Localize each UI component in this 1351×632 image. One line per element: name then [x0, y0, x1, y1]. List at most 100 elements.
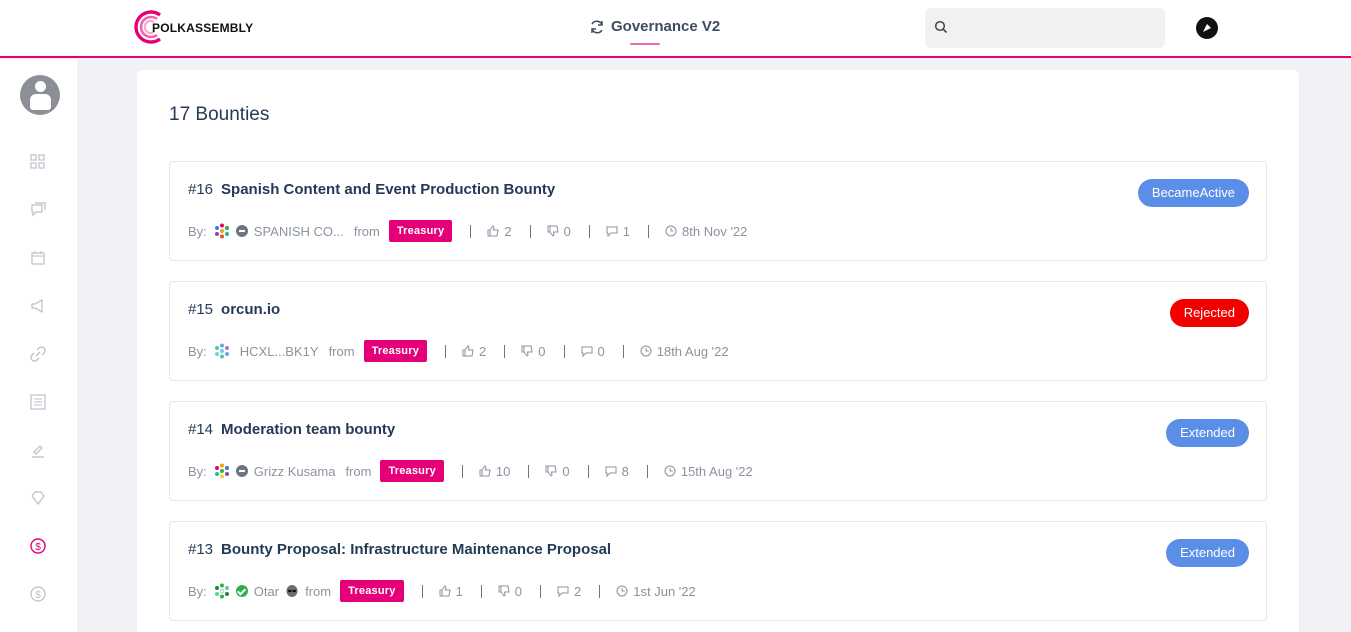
thumbs-up-icon [479, 465, 491, 477]
comment-icon [606, 226, 618, 237]
thumbs-down-icon [545, 465, 557, 477]
network-selector[interactable]: Governance V2 [589, 18, 720, 35]
bounty-card[interactable]: #16 Spanish Content and Event Production … [169, 161, 1267, 261]
by-label: By: [188, 463, 207, 479]
status-badge: Rejected [1169, 299, 1249, 327]
divider [470, 224, 472, 238]
discussions-icon[interactable] [29, 201, 47, 219]
divider [445, 344, 447, 358]
bounty-card[interactable]: #13 Bounty Proposal: Infrastructure Maint… [169, 521, 1267, 621]
bounty-meta: By: HCXL...BK1Y from Treasury 2 0 0 18th… [188, 340, 729, 362]
identity-status-icon [235, 225, 248, 237]
dislikes-stat[interactable]: 0 [547, 224, 571, 239]
verified-icon [235, 585, 248, 597]
search-input[interactable] [925, 8, 1165, 48]
date-stat: 15th Aug '22 [664, 464, 753, 479]
comments-stat[interactable]: 8 [605, 464, 629, 479]
clock-icon [665, 225, 677, 237]
avatar[interactable] [20, 75, 60, 115]
comment-icon [605, 466, 617, 477]
divider [421, 584, 423, 598]
bounty-title-text: Spanish Content and Event Production Bou… [221, 181, 556, 198]
from-label: from [345, 463, 372, 479]
status-badge: Extended [1166, 419, 1249, 447]
author-name[interactable]: HCXL...BK1Y [240, 344, 319, 359]
page-title: 17 Bounties [169, 104, 270, 125]
clock-icon [664, 465, 676, 477]
from-label: from [328, 343, 355, 359]
bounty-card[interactable]: #15 orcun.io Rejected By: HCXL...BK1Y fro… [169, 281, 1267, 381]
diamond-icon[interactable] [29, 489, 47, 507]
comments-count: 0 [597, 343, 605, 359]
comment-icon [581, 346, 592, 357]
from-label: from [353, 223, 380, 239]
megaphone-icon[interactable] [29, 297, 47, 315]
by-label: By: [188, 343, 207, 359]
by-label: By: [188, 223, 207, 239]
dislikes-stat[interactable]: 0 [521, 344, 546, 359]
treasury-tag: Treasury [363, 340, 428, 362]
polkassembly-logo[interactable]: POLKASSEMBLY [130, 8, 253, 48]
list-icon[interactable] [29, 393, 47, 411]
likes-count: 10 [495, 463, 511, 479]
clock-icon [616, 585, 628, 597]
date-stat: 18th Aug '22 [640, 344, 729, 359]
dislikes-stat[interactable]: 0 [545, 463, 570, 479]
likes-count: 2 [479, 343, 487, 359]
likes-stat[interactable]: 1 [439, 584, 463, 599]
child-bounty-icon[interactable]: $ [29, 585, 47, 603]
bounty-card[interactable]: #14 Moderation team bounty Extended By: G… [169, 401, 1267, 501]
created-date: 18th Aug '22 [656, 343, 729, 359]
author-name[interactable]: Otar [254, 584, 279, 599]
thumbs-down-icon [547, 225, 559, 237]
identicon-icon [214, 583, 229, 599]
author-name[interactable]: SPANISH CO... [254, 224, 344, 239]
dislikes-count: 0 [562, 463, 570, 479]
comments-stat[interactable]: 2 [557, 584, 581, 599]
bounty-meta: By: Grizz Kusama from Treasury 10 0 8 15… [188, 460, 753, 482]
created-date: 1st Jun '22 [633, 583, 696, 599]
bounty-number: #13 [188, 541, 214, 558]
calendar-icon[interactable] [29, 249, 47, 267]
bounty-icon[interactable]: $ [29, 537, 47, 555]
likes-count: 2 [504, 223, 512, 239]
comments-stat[interactable]: 1 [606, 224, 630, 239]
link-icon[interactable] [29, 345, 47, 363]
likes-stat[interactable]: 2 [462, 344, 486, 359]
bounty-title[interactable]: #16 Spanish Content and Event Production … [188, 181, 555, 198]
from-label: from [305, 583, 332, 599]
divider [587, 464, 589, 478]
identicon-icon [214, 223, 229, 239]
bounty-title[interactable]: #13 Bounty Proposal: Infrastructure Maint… [188, 541, 611, 558]
refresh-icon [591, 19, 603, 34]
network-label: Governance V2 [611, 18, 721, 35]
gavel-icon[interactable] [29, 441, 47, 459]
user-menu-icon[interactable] [1196, 17, 1218, 39]
author-name[interactable]: Grizz Kusama [254, 464, 336, 479]
thumbs-up-icon [439, 585, 451, 597]
likes-stat[interactable]: 2 [487, 223, 512, 239]
comment-icon [557, 586, 569, 597]
bounty-title-text: Moderation team bounty [221, 421, 396, 438]
divider [646, 464, 648, 478]
bounty-title[interactable]: #15 orcun.io [188, 301, 280, 318]
bounty-meta: By: Otar from Treasury 1 0 2 1st Jun '22 [188, 580, 696, 602]
divider [622, 344, 624, 358]
clock-icon [640, 345, 652, 357]
bounty-title[interactable]: #14 Moderation team bounty [188, 421, 395, 438]
top-header: POLKASSEMBLY Governance V2 [0, 0, 1351, 58]
likes-stat[interactable]: 10 [479, 464, 510, 479]
grid-icon[interactable] [29, 153, 47, 171]
thumbs-down-icon [498, 585, 510, 597]
dislikes-stat[interactable]: 0 [498, 584, 522, 599]
bounty-title-text: orcun.io [221, 301, 281, 318]
svg-text:$: $ [35, 542, 41, 553]
divider [529, 224, 531, 238]
divider [599, 584, 601, 598]
comments-stat[interactable]: 0 [581, 344, 605, 359]
identicon-icon [214, 463, 229, 479]
divider [480, 584, 482, 598]
identity-status-icon [235, 465, 248, 477]
created-date: 8th Nov '22 [682, 223, 748, 239]
divider [648, 224, 650, 238]
